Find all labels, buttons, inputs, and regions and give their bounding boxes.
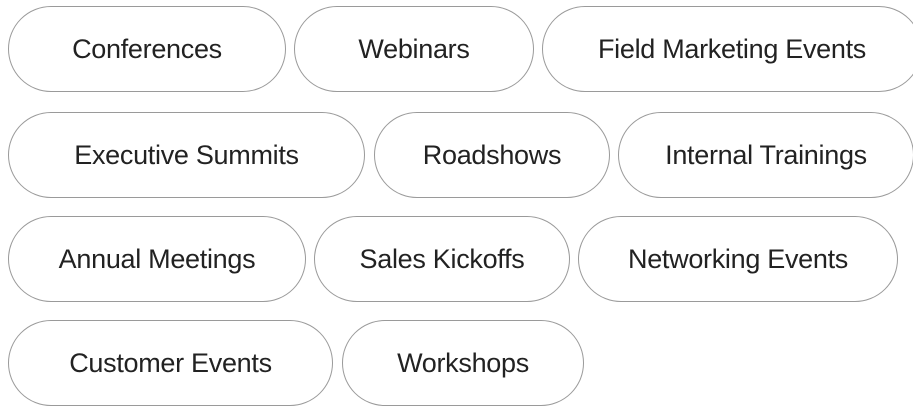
tag-workshops[interactable]: Workshops — [342, 320, 584, 406]
tag-label: Executive Summits — [74, 139, 299, 170]
tag-roadshows[interactable]: Roadshows — [374, 112, 610, 198]
tag-label: Workshops — [397, 347, 529, 378]
tag-webinars[interactable]: Webinars — [294, 6, 534, 92]
tag-executive-summits[interactable]: Executive Summits — [8, 112, 365, 198]
tag-label: Annual Meetings — [58, 243, 256, 274]
tag-sales-kickoffs[interactable]: Sales Kickoffs — [314, 216, 570, 302]
tag-annual-meetings[interactable]: Annual Meetings — [8, 216, 306, 302]
tag-label: Field Marketing Events — [597, 33, 866, 64]
tag-label: Sales Kickoffs — [359, 243, 525, 274]
tag-conferences[interactable]: Conferences — [8, 6, 286, 92]
tag-label: Roadshows — [422, 139, 562, 170]
tag-networking-events[interactable]: Networking Events — [578, 216, 898, 302]
tag-label: Conferences — [72, 33, 222, 64]
tag-internal-trainings[interactable]: Internal Trainings — [618, 112, 913, 198]
tag-field-marketing-events[interactable]: Field Marketing Events — [542, 6, 913, 92]
tag-label: Networking Events — [628, 243, 848, 274]
tag-label: Webinars — [358, 33, 470, 64]
tag-label: Internal Trainings — [665, 139, 867, 170]
tag-label: Customer Events — [69, 347, 272, 378]
tag-customer-events[interactable]: Customer Events — [8, 320, 333, 406]
